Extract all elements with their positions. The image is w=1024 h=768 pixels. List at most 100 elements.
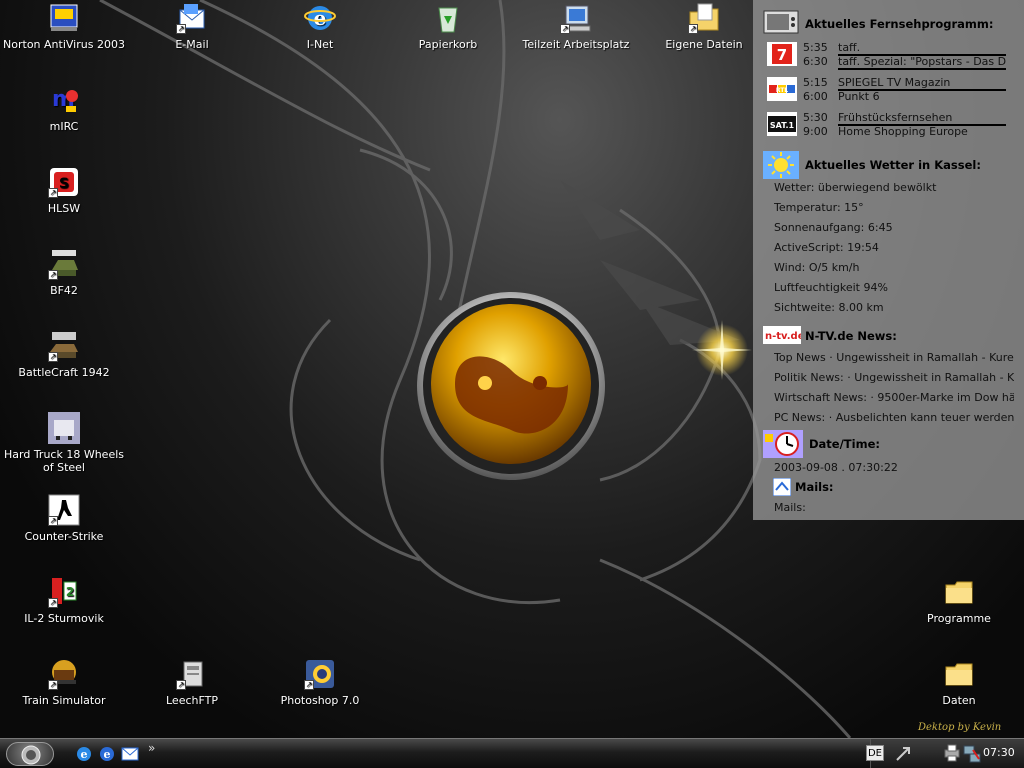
my-computer-icon: ↗ bbox=[560, 2, 592, 34]
desktop-icon-bf42[interactable]: ↗ BF42 bbox=[0, 248, 128, 297]
icon-label: E-Mail bbox=[175, 38, 209, 51]
shortcut-arrow-icon: ↗ bbox=[48, 598, 58, 608]
weather-line: ActiveScript: 19:54 bbox=[774, 241, 879, 254]
mirc-icon: m bbox=[48, 84, 80, 116]
desktop-icon-counter-strike[interactable]: ↗ Counter-Strike bbox=[0, 494, 128, 543]
desktop-icon-my-computer[interactable]: ↗ Teilzeit Arbeitsplatz bbox=[512, 2, 640, 51]
weather-line: Luftfeuchtigkeit 94% bbox=[774, 281, 888, 294]
desktop-icon-il2[interactable]: 2 ↗ IL-2 Sturmovik bbox=[0, 576, 128, 625]
desktop-icon-my-documents[interactable]: ↗ Eigene Datein bbox=[640, 2, 768, 51]
icon-label: Daten bbox=[942, 694, 976, 707]
hlsw-icon: S ↗ bbox=[48, 166, 80, 198]
weather-line: Wetter: überwiegend bewölkt bbox=[774, 181, 937, 194]
quicklaunch-ie-icon[interactable]: e bbox=[75, 745, 93, 763]
icon-label: BattleCraft 1942 bbox=[18, 366, 110, 379]
news-line[interactable]: Top News · Ungewissheit in Ramallah - Ku… bbox=[774, 351, 1014, 364]
desktop-icon-daten[interactable]: Daten bbox=[895, 658, 1023, 707]
desktop-icon-mirc[interactable]: m mIRC bbox=[0, 84, 128, 133]
weather-header: Aktuelles Wetter in Kassel: bbox=[763, 151, 981, 179]
icon-label: LeechFTP bbox=[166, 694, 218, 707]
network-icon[interactable] bbox=[963, 745, 981, 766]
datetime-title: Date/Time: bbox=[809, 437, 880, 451]
desktop-icon-programme[interactable]: Programme bbox=[895, 576, 1023, 625]
svg-text:2: 2 bbox=[66, 585, 74, 599]
rtl-logo-icon: RTL bbox=[767, 77, 797, 101]
taskbar-clock[interactable]: 07:30 bbox=[983, 746, 1015, 759]
wallpaper-credit: Dektop by Kevin bbox=[918, 722, 1002, 733]
printer-icon[interactable] bbox=[943, 744, 961, 765]
desktop-icon-leechftp[interactable]: ↗ LeechFTP bbox=[128, 658, 256, 707]
icon-label: Programme bbox=[927, 612, 991, 625]
tv-time: 9:00 bbox=[803, 125, 828, 138]
desktop-icon-battlecraft[interactable]: ↗ BattleCraft 1942 bbox=[0, 330, 128, 379]
tv-show: taff. Spezial: "Popstars - Das Duell" bbox=[838, 55, 1006, 68]
weather-line: Wind: O/5 km/h bbox=[774, 261, 860, 274]
quicklaunch-outlook-icon[interactable] bbox=[121, 745, 139, 763]
icon-label: Eigene Datein bbox=[665, 38, 743, 51]
news-line[interactable]: PC News: · Ausbelichten kann teuer werde… bbox=[774, 411, 1014, 424]
shortcut-arrow-icon: ↗ bbox=[48, 516, 58, 526]
icon-label: Photoshop 7.0 bbox=[280, 694, 360, 707]
mails-title: Mails: bbox=[795, 480, 834, 494]
tv-channel-row: RTL 5:15 SPIEGEL TV Magazin 6:00 Punkt 6 bbox=[767, 73, 1017, 107]
tv-channel-row: SAT.1 5:30 Frühstücksfernsehen 9:00 Home… bbox=[767, 108, 1017, 142]
language-indicator[interactable]: DE bbox=[866, 745, 884, 761]
icon-label: Papierkorb bbox=[418, 38, 478, 51]
photoshop-icon: ↗ bbox=[304, 658, 336, 690]
icon-label: Teilzeit Arbeitsplatz bbox=[522, 38, 630, 51]
news-line[interactable]: Politik News: · Ungewissheit in Ramallah… bbox=[774, 371, 1014, 384]
desktop-icon-norton[interactable]: Norton AntiVirus 2003 bbox=[0, 2, 128, 51]
tv-channel-row: 7 5:35 taff. 6:30 taff. Spezial: "Popsta… bbox=[767, 38, 1017, 72]
email-icon: ↗ bbox=[176, 2, 208, 34]
desktop-icon-email[interactable]: ↗ E-Mail bbox=[128, 2, 256, 51]
desktop-icon-recycle-bin[interactable]: Papierkorb bbox=[384, 2, 512, 51]
truck-icon bbox=[48, 412, 80, 444]
icon-label: BF42 bbox=[50, 284, 78, 297]
weather-line: Temperatur: 15° bbox=[774, 201, 864, 214]
svg-text:S: S bbox=[59, 176, 69, 192]
quicklaunch-ie-icon[interactable]: e bbox=[98, 745, 116, 763]
tv-time: 5:30 bbox=[803, 111, 828, 124]
sun-icon bbox=[763, 151, 799, 179]
svg-text:e: e bbox=[104, 748, 111, 761]
desktop-icon-inet[interactable]: e I-Net bbox=[256, 2, 384, 51]
icon-label: Train Simulator bbox=[22, 694, 106, 707]
icon-label: Hard Truck 18 Wheels of Steel bbox=[4, 448, 124, 474]
info-panel: Aktuelles Fernsehprogramm: 7 5:35 taff. … bbox=[753, 0, 1024, 520]
shortcut-arrow-icon: ↗ bbox=[688, 24, 698, 34]
desktop-icon-hlsw[interactable]: S ↗ HLSW bbox=[0, 166, 128, 215]
desktop-icon-photoshop[interactable]: ↗ Photoshop 7.0 bbox=[256, 658, 384, 707]
icon-label: Norton AntiVirus 2003 bbox=[3, 38, 125, 51]
icon-label: mIRC bbox=[49, 120, 79, 133]
tray-arrow-icon[interactable] bbox=[895, 746, 911, 765]
mail-icon bbox=[772, 477, 792, 497]
start-button[interactable] bbox=[6, 742, 54, 766]
shortcut-arrow-icon: ↗ bbox=[176, 24, 186, 34]
icon-label: Counter-Strike bbox=[24, 530, 104, 543]
train-simulator-icon: ↗ bbox=[48, 658, 80, 690]
tv-show: Home Shopping Europe bbox=[838, 125, 968, 138]
tv-show: Punkt 6 bbox=[838, 90, 880, 103]
quicklaunch-overflow-button[interactable]: » bbox=[148, 741, 166, 759]
battlecraft-icon: ↗ bbox=[48, 330, 80, 362]
norton-antivirus-icon bbox=[48, 2, 80, 34]
news-line[interactable]: Wirtschaft News: · 9500er-Marke im Dow h… bbox=[774, 391, 1014, 404]
desktop-icon-train-simulator[interactable]: ↗ Train Simulator bbox=[0, 658, 128, 707]
my-documents-icon: ↗ bbox=[688, 2, 720, 34]
tv-show: SPIEGEL TV Magazin bbox=[838, 76, 951, 89]
shortcut-arrow-icon: ↗ bbox=[48, 680, 58, 690]
tv-show: taff. bbox=[838, 41, 861, 54]
icon-label: HLSW bbox=[47, 202, 81, 215]
sat1-logo-text: SAT.1 bbox=[770, 121, 795, 130]
pro7-logo-text: 7 bbox=[777, 46, 787, 64]
folder-icon bbox=[943, 658, 975, 690]
tv-time: 5:15 bbox=[803, 76, 828, 89]
svg-text:e: e bbox=[314, 6, 327, 30]
weather-line: Sonnenaufgang: 6:45 bbox=[774, 221, 893, 234]
tv-show: Frühstücksfernsehen bbox=[838, 111, 953, 124]
tv-icon bbox=[763, 10, 799, 38]
shortcut-arrow-icon: ↗ bbox=[304, 680, 314, 690]
il2-icon: 2 ↗ bbox=[48, 576, 80, 608]
desktop-icon-hard-truck[interactable]: Hard Truck 18 Wheels of Steel bbox=[0, 412, 128, 474]
recycle-bin-icon bbox=[432, 2, 464, 34]
